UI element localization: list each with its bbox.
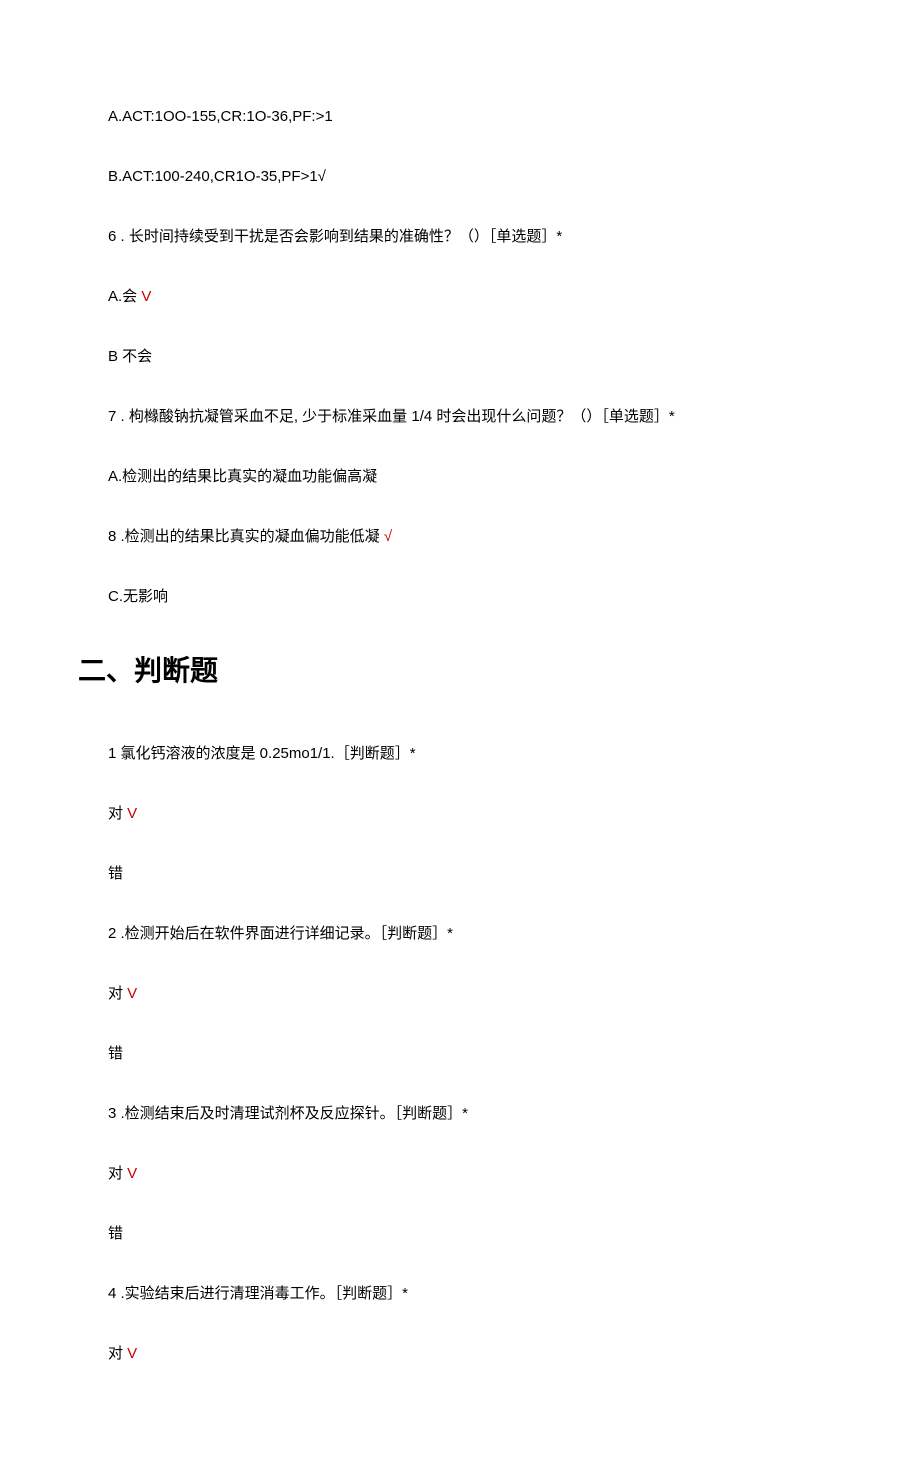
s2q4-correct-text: 对 [108, 1345, 127, 1362]
s2q2-question: 2 .检测开始后在软件界面进行详细记录。［判断题］* [108, 922, 812, 946]
q6-option-a: A.会 V [108, 285, 812, 309]
s2q4-question: 4 .实验结束后进行清理消毒工作。［判断题］* [108, 1282, 812, 1306]
check-mark-icon: V [127, 985, 137, 1002]
q6-question: 6 . 长时间持续受到干扰是否会影响到结果的准确性？（）［单选题］* [108, 225, 812, 249]
q8-text: 8 .检测出的结果比真实的凝血偏功能低凝 √ [108, 525, 812, 549]
check-mark-icon: V [127, 805, 137, 822]
s2q2-wrong: 错 [108, 1042, 812, 1066]
check-mark-icon: V [127, 1345, 137, 1362]
check-mark-icon: √ [384, 528, 392, 545]
s2q1-question: 1 氯化钙溶液的浓度是 0.25mo1/1.［判断题］* [108, 742, 812, 766]
s2q3-wrong: 错 [108, 1222, 812, 1246]
s2q3-correct-text: 对 [108, 1165, 127, 1182]
s2q3-question: 3 .检测结束后及时清理试剂杯及反应探针。［判断题］* [108, 1102, 812, 1126]
s2q1-correct: 对 V [108, 802, 812, 826]
section-2-header: 二、判断题 [78, 649, 812, 694]
q5-option-b: B.ACT:100-240,CR1O-35,PF>1√ [108, 165, 812, 189]
q6-option-b: B 不会 [108, 345, 812, 369]
s2q2-correct-text: 对 [108, 985, 127, 1002]
q7-question: 7 . 枸橼酸钠抗凝管采血不足, 少于标准采血量 1/4 时会出现什么问题？（）… [108, 405, 812, 429]
q5-option-a: A.ACT:1OO-155,CR:1O-36,PF:>1 [108, 105, 812, 129]
s2q1-wrong: 错 [108, 862, 812, 886]
s2q3-correct: 对 V [108, 1162, 812, 1186]
s2q2-correct: 对 V [108, 982, 812, 1006]
s2q1-correct-text: 对 [108, 805, 127, 822]
q8-text-content: 8 .检测出的结果比真实的凝血偏功能低凝 [108, 528, 384, 545]
q7-option-a: A.检测出的结果比真实的凝血功能偏高凝 [108, 465, 812, 489]
check-mark-icon: V [141, 288, 151, 305]
s2q4-correct: 对 V [108, 1342, 812, 1366]
check-mark-icon: V [127, 1165, 137, 1182]
q6-option-a-text: A.会 [108, 288, 141, 305]
q8-option-c: C.无影响 [108, 585, 812, 609]
